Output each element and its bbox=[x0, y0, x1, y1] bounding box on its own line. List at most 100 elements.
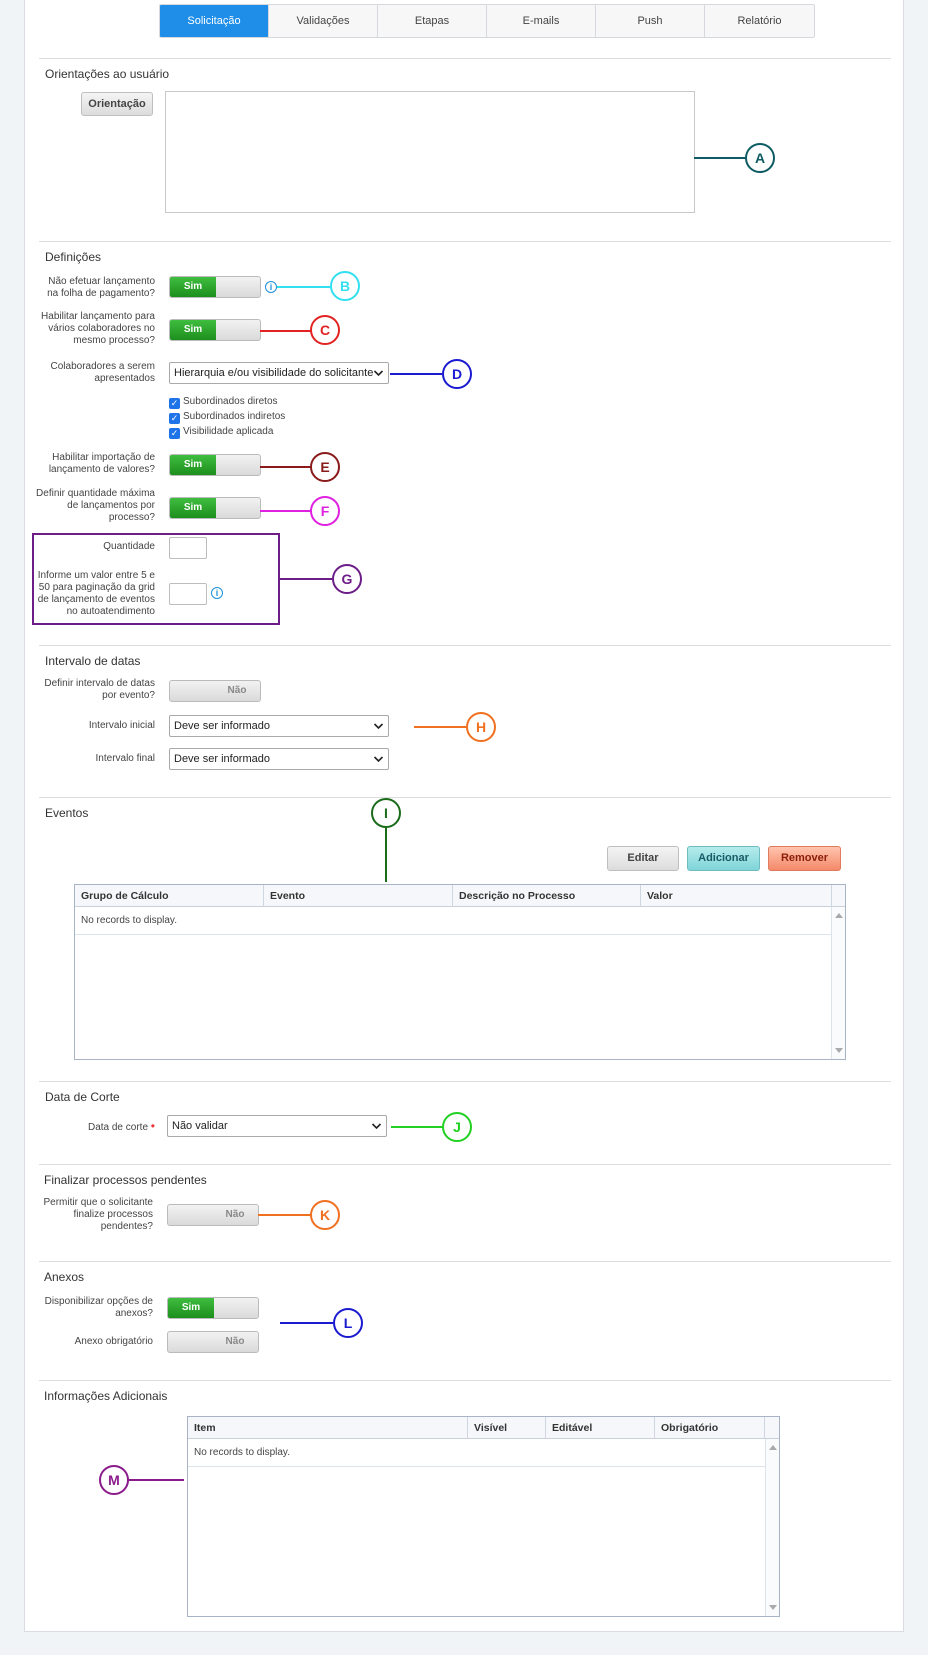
annotation-box-g bbox=[32, 533, 280, 625]
toggle-varios-colaboradores[interactable]: Sim bbox=[169, 319, 261, 341]
tab-etapas[interactable]: Etapas bbox=[378, 5, 487, 37]
label-anexo-obrigatorio: Anexo obrigatório bbox=[74, 1336, 153, 1347]
toggle-on-label: Sim bbox=[170, 455, 216, 475]
scroll-down-icon[interactable] bbox=[835, 1048, 843, 1053]
informacoes-adicionais-grid: Item Visível Editável Obrigatório No rec… bbox=[187, 1416, 780, 1617]
intervalo-final-select[interactable]: Deve ser informado bbox=[169, 748, 389, 770]
section-title-finalizar: Finalizar processos pendentes bbox=[44, 1173, 207, 1187]
tab-validacoes[interactable]: Validações bbox=[269, 5, 378, 37]
annotation-marker-k: K bbox=[310, 1200, 340, 1230]
tab-solicitacao[interactable]: Solicitação bbox=[160, 5, 269, 37]
callout-line bbox=[258, 1214, 311, 1216]
select-value: Hierarquia e/ou visibilidade do solicita… bbox=[174, 367, 374, 379]
column-header[interactable]: Valor bbox=[641, 885, 832, 907]
annotation-marker-b: B bbox=[330, 271, 360, 301]
column-header[interactable]: Obrigatório bbox=[655, 1417, 765, 1439]
toggle-finalizar-processos[interactable]: Não bbox=[167, 1204, 259, 1226]
section-title-anexos: Anexos bbox=[44, 1270, 85, 1284]
label-intervalo-inicial: Intervalo inicial bbox=[88, 720, 155, 731]
annotation-marker-c: C bbox=[310, 315, 340, 345]
label-definir-intervalo: Definir intervalo de datas por evento? bbox=[44, 678, 155, 701]
section-title-orientacoes: Orientações ao usuário bbox=[45, 67, 170, 81]
toggle-off-label: Não bbox=[225, 1336, 245, 1347]
annotation-marker-m: M bbox=[99, 1465, 129, 1495]
annotation-marker-d: D bbox=[442, 359, 472, 389]
annotation-marker-h: H bbox=[466, 712, 496, 742]
column-header[interactable]: Visível bbox=[468, 1417, 546, 1439]
remove-button[interactable]: Remover bbox=[768, 846, 841, 871]
chevron-down-icon bbox=[371, 1123, 382, 1130]
empty-message: No records to display. bbox=[194, 1447, 290, 1458]
column-header[interactable]: Descrição no Processo bbox=[453, 885, 641, 907]
checkbox-subordinados-indiretos[interactable]: ✓ Subordinados indiretos bbox=[169, 411, 285, 424]
divider bbox=[39, 1380, 891, 1381]
row-divider bbox=[75, 934, 832, 935]
select-value: Não validar bbox=[172, 1120, 228, 1132]
checkbox-subordinados-diretos[interactable]: ✓ Subordinados diretos bbox=[169, 396, 278, 409]
grid-header: Grupo de Cálculo Evento Descrição no Pro… bbox=[75, 885, 845, 907]
check-icon: ✓ bbox=[169, 428, 180, 439]
divider bbox=[39, 797, 891, 798]
intervalo-inicial-select[interactable]: Deve ser informado bbox=[169, 715, 389, 737]
chevron-down-icon bbox=[373, 723, 384, 730]
toggle-habilitar-importacao[interactable]: Sim bbox=[169, 454, 261, 476]
tab-bar: Solicitação Validações Etapas E-mails Pu… bbox=[159, 4, 815, 38]
toggle-quantidade-maxima[interactable]: Sim bbox=[169, 497, 261, 519]
divider bbox=[39, 58, 891, 59]
label-intervalo-final: Intervalo final bbox=[95, 753, 155, 764]
annotation-marker-a: A bbox=[745, 143, 775, 173]
tab-relatorio[interactable]: Relatório bbox=[705, 5, 814, 37]
colaboradores-select[interactable]: Hierarquia e/ou visibilidade do solicita… bbox=[169, 362, 389, 384]
toggle-off-label: Não bbox=[227, 685, 247, 696]
edit-button[interactable]: Editar bbox=[607, 846, 679, 871]
label-nao-efetuar-lancamento: Não efetuar lançamento na folha de pagam… bbox=[47, 276, 155, 299]
chevron-down-icon bbox=[373, 756, 384, 763]
toggle-disponibilizar-anexos[interactable]: Sim bbox=[167, 1297, 259, 1319]
tab-push[interactable]: Push bbox=[596, 5, 705, 37]
label-quantidade-maxima: Definir quantidade máxima de lançamentos… bbox=[36, 488, 155, 523]
info-icon[interactable]: i bbox=[265, 281, 277, 293]
toggle-definir-intervalo[interactable]: Não bbox=[169, 680, 261, 702]
scroll-up-icon[interactable] bbox=[835, 913, 843, 918]
divider bbox=[39, 1261, 891, 1262]
checkbox-label: Subordinados diretos bbox=[183, 396, 278, 407]
toggle-nao-efetuar-lancamento[interactable]: Sim bbox=[169, 276, 261, 298]
scrollbar[interactable] bbox=[765, 1439, 779, 1616]
scrollbar[interactable] bbox=[831, 907, 845, 1059]
toggle-anexo-obrigatorio[interactable]: Não bbox=[167, 1331, 259, 1353]
annotation-marker-i: I bbox=[371, 798, 401, 828]
orientacao-textarea[interactable] bbox=[165, 91, 695, 213]
label-varios-colaboradores: Habilitar lançamento para vários colabor… bbox=[41, 311, 155, 346]
orientacao-button[interactable]: Orientação bbox=[81, 92, 153, 116]
callout-line bbox=[414, 726, 466, 728]
add-button[interactable]: Adicionar bbox=[687, 846, 760, 871]
section-title-data-corte: Data de Corte bbox=[45, 1090, 120, 1104]
scroll-up-icon[interactable] bbox=[769, 1445, 777, 1450]
scroll-down-icon[interactable] bbox=[769, 1605, 777, 1610]
toggle-on-label: Sim bbox=[168, 1298, 214, 1318]
grid-header: Item Visível Editável Obrigatório bbox=[188, 1417, 779, 1439]
annotation-marker-e: E bbox=[310, 452, 340, 482]
toggle-off-label: Não bbox=[225, 1209, 245, 1220]
required-indicator: • bbox=[150, 1119, 155, 1133]
check-icon: ✓ bbox=[169, 398, 180, 409]
tab-emails[interactable]: E-mails bbox=[487, 5, 596, 37]
toggle-on-label: Sim bbox=[170, 277, 216, 297]
check-icon: ✓ bbox=[169, 413, 180, 424]
column-header[interactable]: Editável bbox=[546, 1417, 655, 1439]
eventos-grid: Grupo de Cálculo Evento Descrição no Pro… bbox=[74, 884, 846, 1060]
data-corte-select[interactable]: Não validar bbox=[167, 1115, 387, 1137]
column-header[interactable]: Item bbox=[188, 1417, 468, 1439]
section-title-informacoes-adicionais: Informações Adicionais bbox=[44, 1389, 168, 1403]
callout-line bbox=[385, 828, 387, 882]
annotation-marker-g: G bbox=[332, 564, 362, 594]
callout-line bbox=[391, 1126, 443, 1128]
column-header[interactable]: Grupo de Cálculo bbox=[75, 885, 264, 907]
column-header[interactable]: Evento bbox=[264, 885, 453, 907]
callout-line bbox=[277, 286, 330, 288]
checkbox-visibilidade-aplicada[interactable]: ✓ Visibilidade aplicada bbox=[169, 426, 273, 439]
label-colaboradores-apresentados: Colaboradores a serem apresentados bbox=[50, 361, 156, 384]
data-corte-label: Data de corte bbox=[87, 1122, 149, 1133]
label-finalizar-processos: Permitir que o solicitante finalize proc… bbox=[43, 1197, 154, 1232]
toggle-on-label: Sim bbox=[170, 320, 216, 340]
